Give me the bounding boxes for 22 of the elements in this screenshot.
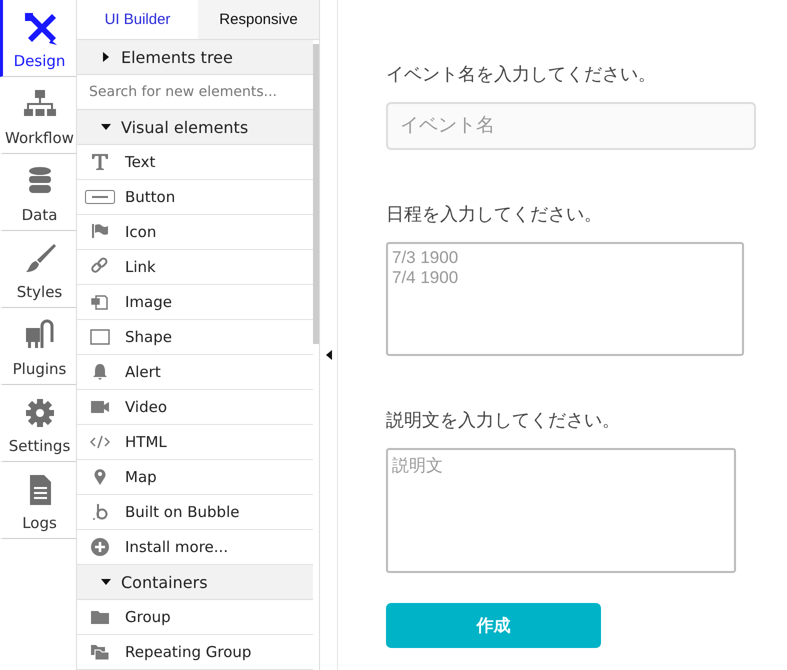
- input-field[interactable]: イベント名: [386, 102, 756, 150]
- field-label: 日程を入力してください。: [386, 203, 603, 226]
- field-label: 説明文を入力してください。: [386, 409, 621, 432]
- b-letter-icon: [90, 502, 110, 522]
- nav-tab[interactable]: Design: [0, 0, 76, 77]
- collapse-arrow-icon[interactable]: [326, 350, 332, 360]
- caret-down-icon: [101, 577, 111, 587]
- text-area[interactable]: 7/3 1900 7/4 1900: [386, 242, 744, 356]
- square-icon: [90, 327, 110, 347]
- scrollbar[interactable]: [313, 44, 319, 344]
- caret-down-icon: [101, 122, 111, 132]
- plus-icon: [90, 537, 110, 557]
- text-area[interactable]: 説明文: [386, 448, 736, 573]
- button-icon: [85, 190, 115, 204]
- field-label: イベント名を入力してください。: [386, 63, 657, 86]
- panel-tab[interactable]: Responsive: [198, 0, 319, 39]
- section-header[interactable]: Containers: [77, 565, 313, 600]
- section-header[interactable]: Visual elements: [77, 110, 313, 145]
- section-header[interactable]: Elements tree: [77, 40, 313, 75]
- text-icon: [90, 152, 110, 172]
- folders-icon: [90, 642, 110, 662]
- caret-right-icon: [101, 52, 111, 62]
